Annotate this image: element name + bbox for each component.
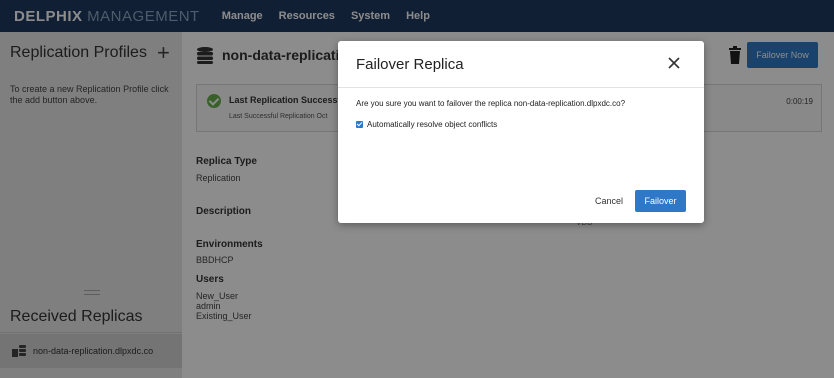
failover-button[interactable]: Failover <box>635 190 686 212</box>
failover-replica-dialog: Failover Replica Are you sure you want t… <box>338 41 704 223</box>
dialog-message: Are you sure you want to failover the re… <box>356 99 626 108</box>
cancel-button[interactable]: Cancel <box>586 190 632 212</box>
resolve-conflicts-checkbox[interactable] <box>356 121 363 128</box>
close-icon[interactable] <box>666 55 682 71</box>
dialog-divider <box>338 87 704 88</box>
dialog-title: Failover Replica <box>356 56 464 73</box>
resolve-conflicts-label[interactable]: Automatically resolve object conflicts <box>367 120 497 129</box>
resolve-conflicts-option: Automatically resolve object conflicts <box>356 120 497 129</box>
